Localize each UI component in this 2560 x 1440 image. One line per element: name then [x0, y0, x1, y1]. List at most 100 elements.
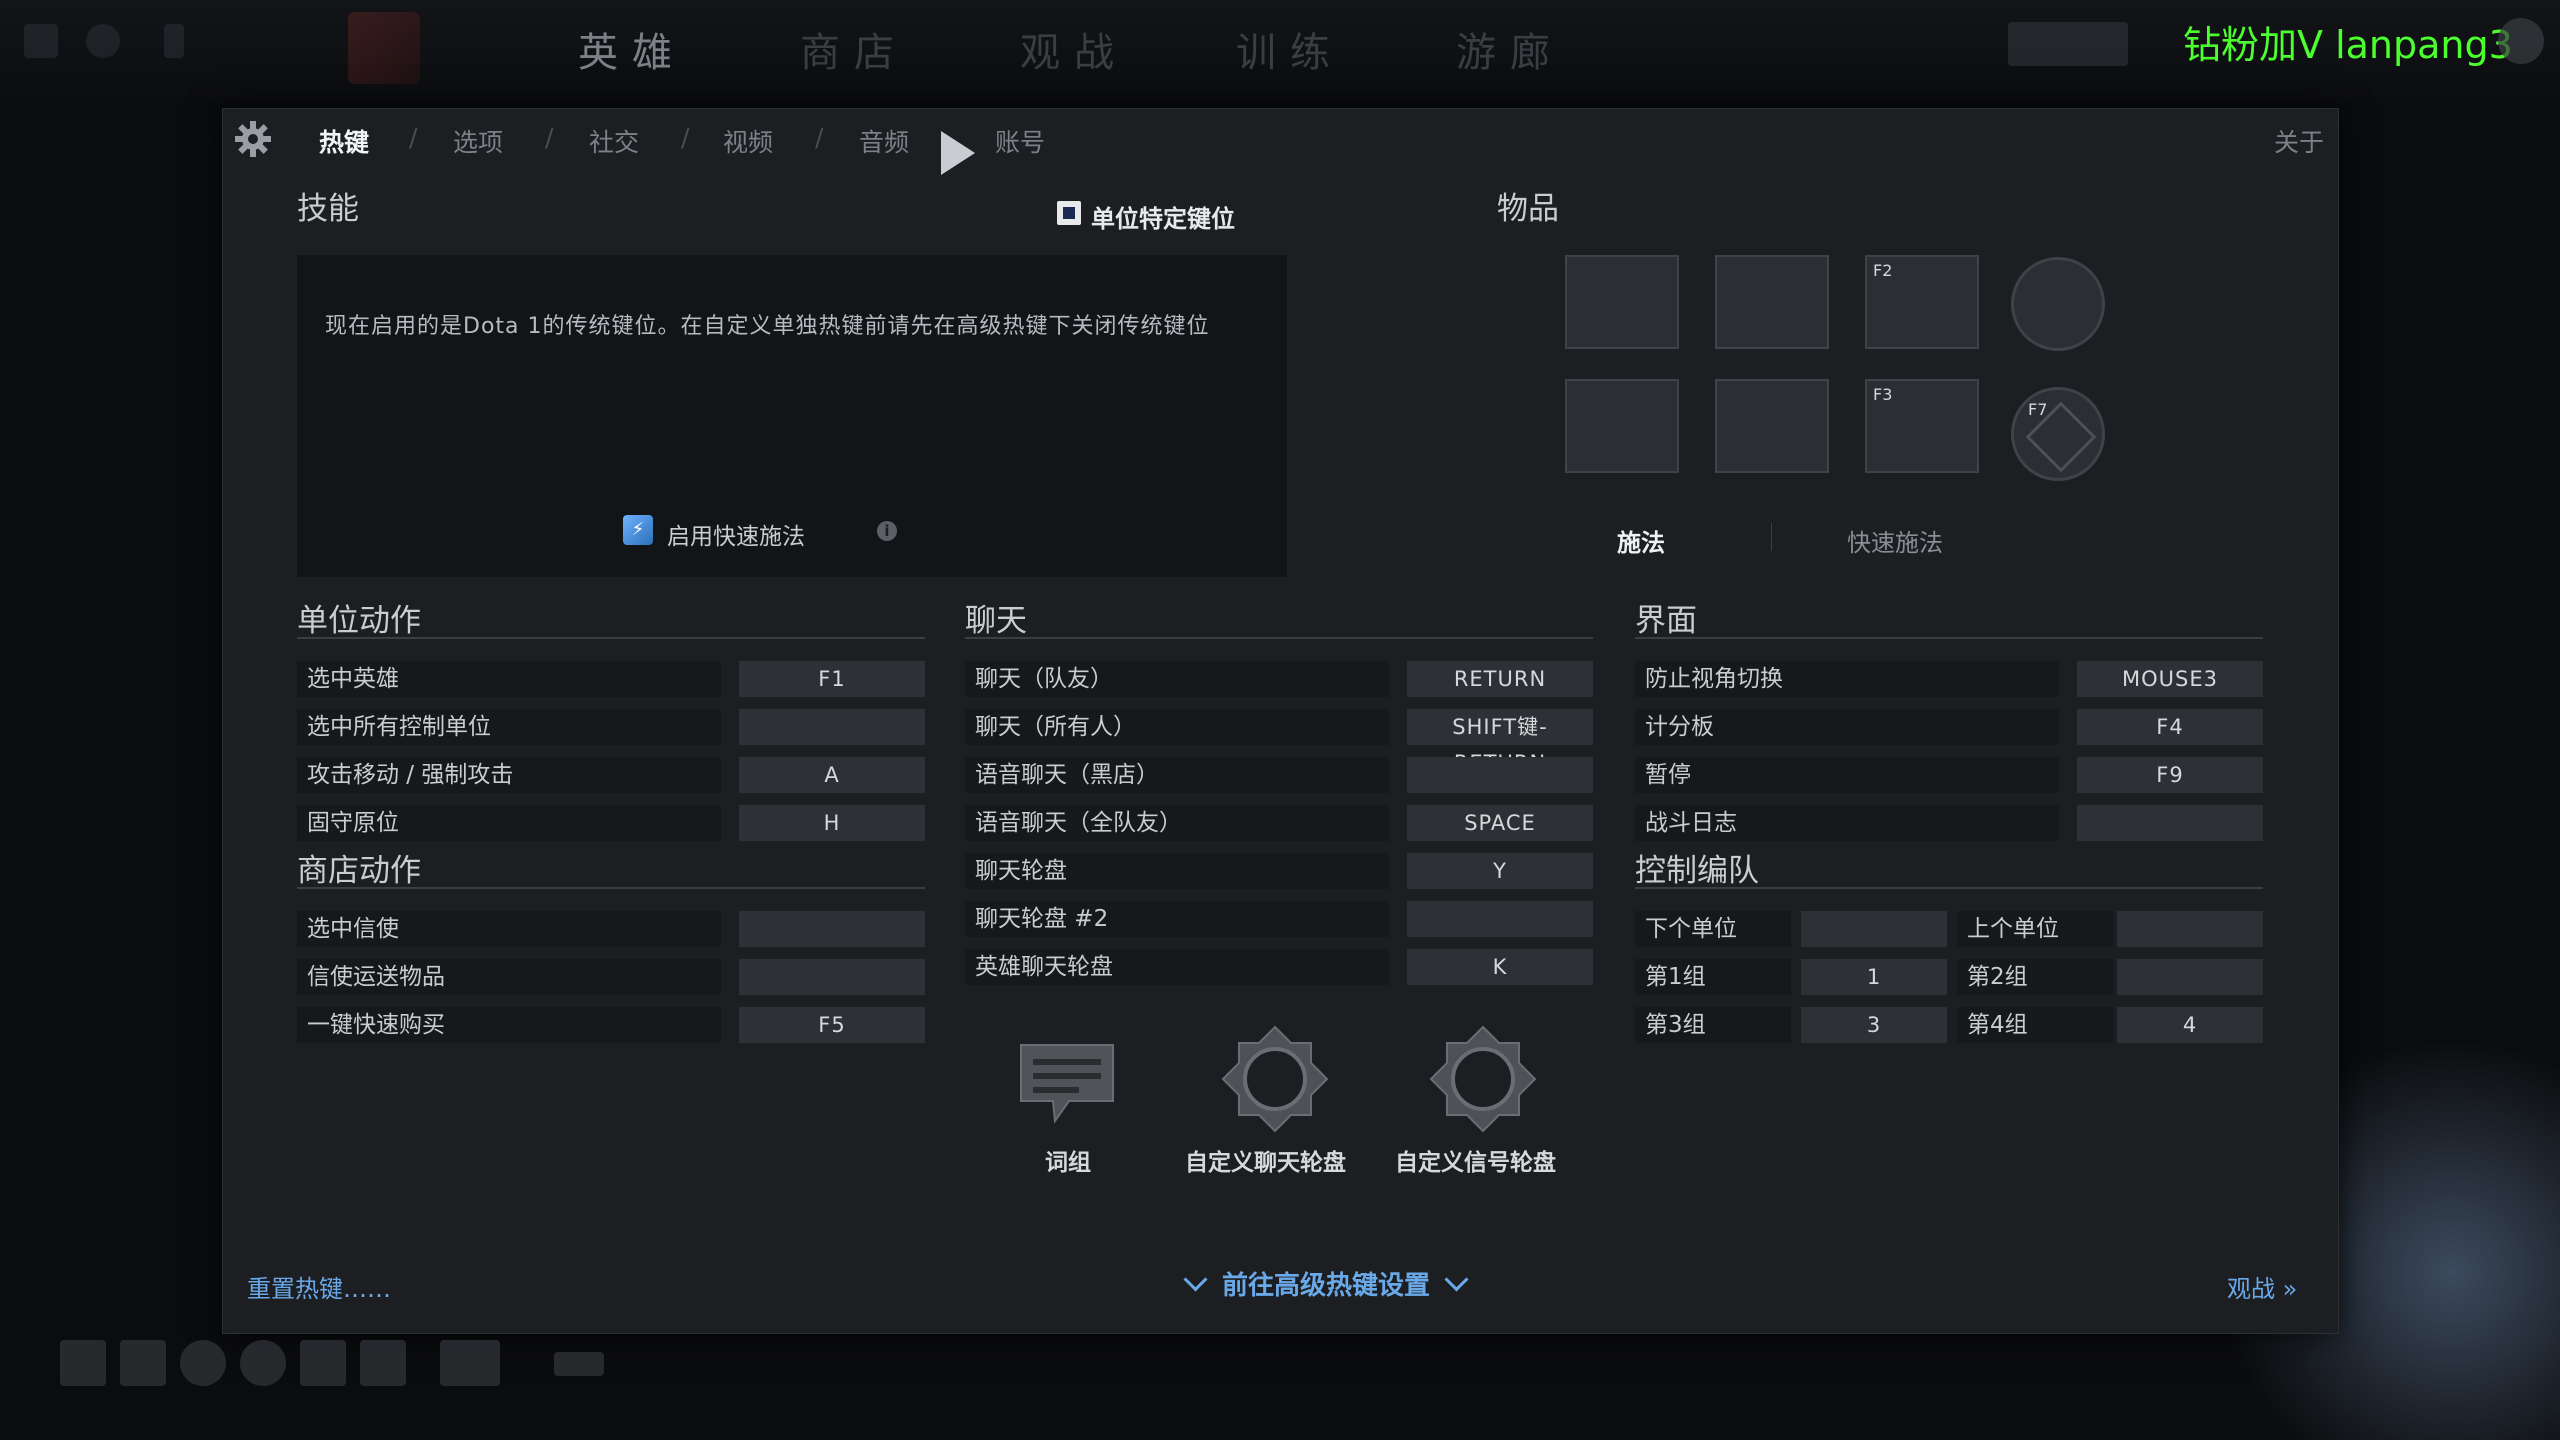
- chat-hotkey-button[interactable]: K: [1407, 949, 1593, 985]
- unit_actions-row-label: 选中英雄: [297, 661, 721, 697]
- nav-tab-options[interactable]: 选项: [453, 123, 503, 159]
- chat-hotkey-button[interactable]: RETURN: [1407, 661, 1593, 697]
- unit_actions-row-label: 攻击移动 / 强制攻击: [297, 757, 721, 793]
- custom-signal-wheel-label: 自定义信号轮盘: [1395, 1150, 1556, 1176]
- interface-hotkey-button[interactable]: [2077, 805, 2263, 841]
- chat-icon[interactable]: [554, 1352, 604, 1376]
- unit-specific-checkbox[interactable]: [1057, 201, 1081, 225]
- divider: [297, 637, 925, 639]
- dota-logo-icon[interactable]: [348, 12, 420, 84]
- tp-scroll-slot[interactable]: [2011, 257, 2105, 351]
- item-slot-3[interactable]: F2: [1865, 255, 1979, 349]
- unit-specific-checkbox-row[interactable]: 单位特定键位: [1057, 199, 1235, 234]
- item-slot-key: F2: [1873, 261, 1893, 280]
- legacy-keys-notice: 现在启用的是Dota 1的传统键位。在自定义单独热键前请先在高级热键下关闭传统键…: [325, 314, 1210, 339]
- chat-hotkey-button[interactable]: SPACE: [1407, 805, 1593, 841]
- interface-hotkey-button[interactable]: F4: [2077, 709, 2263, 745]
- unit_actions-row-label: 固守原位: [297, 805, 721, 841]
- nav-tab-social[interactable]: 社交: [589, 123, 639, 159]
- gear-icon[interactable]: [233, 119, 273, 159]
- top-tab-watch[interactable]: 观战: [1020, 20, 1128, 78]
- hero-icon[interactable]: [60, 1340, 106, 1386]
- nav-tab-video[interactable]: 视频: [723, 123, 773, 159]
- interface-row-label: 战斗日志: [1635, 805, 2059, 841]
- advanced-hotkeys-link[interactable]: 前往高级热键设置: [1169, 1265, 1483, 1302]
- neutral-item-slot[interactable]: F7: [2011, 387, 2105, 481]
- about-link[interactable]: 关于: [2274, 123, 2324, 159]
- unit_actions-row-label: 选中所有控制单位: [297, 709, 721, 745]
- hero-icon[interactable]: [180, 1340, 226, 1386]
- control-group-hotkey[interactable]: 4: [2117, 1007, 2263, 1043]
- bottom-toolbar: [40, 1326, 640, 1406]
- phrases-label: 词组: [1045, 1150, 1091, 1176]
- currency-display: [2008, 22, 2128, 66]
- control-group-hotkey[interactable]: 3: [1801, 1007, 1947, 1043]
- settings-panel: 热键 / 选项 / 社交 / 视频 / 音频 账号 关于 技能 单位特定键位 现…: [222, 108, 2339, 1334]
- control-group-hotkey[interactable]: [2117, 911, 2263, 947]
- interface-hotkey-button[interactable]: MOUSE3: [2077, 661, 2263, 697]
- quickcast-lightning-icon[interactable]: ⚡: [623, 515, 653, 545]
- interface-title: 界面: [1635, 603, 1697, 639]
- interface-row-label: 防止视角切换: [1635, 661, 2059, 697]
- chat-hotkey-button[interactable]: [1407, 901, 1593, 937]
- tab-cast[interactable]: 施法: [1617, 523, 1665, 558]
- top-tab-heroes[interactable]: 英雄: [578, 20, 686, 78]
- chat-row-label: 聊天轮盘: [965, 853, 1389, 889]
- top-tab-learn[interactable]: 训练: [1236, 20, 1344, 78]
- tab-quickcast[interactable]: 快速施法: [1847, 523, 1943, 558]
- quickcast-toggle[interactable]: ⚡ 启用快速施法 i: [623, 515, 897, 551]
- settings-icon[interactable]: [86, 24, 120, 58]
- chat-hotkey-button[interactable]: [1407, 757, 1593, 793]
- top-tab-store[interactable]: 商店: [800, 20, 908, 78]
- unit_actions-hotkey-button[interactable]: H: [739, 805, 925, 841]
- menu-icon[interactable]: [24, 24, 58, 58]
- control-groups-title: 控制编队: [1635, 853, 1759, 889]
- reset-hotkeys-link[interactable]: 重置热键……: [247, 1269, 391, 1304]
- nav-tab-hotkeys[interactable]: 热键: [319, 123, 369, 159]
- nav-tab-audio[interactable]: 音频: [859, 123, 909, 159]
- item-slot-1[interactable]: [1565, 255, 1679, 349]
- avatar[interactable]: [2498, 18, 2544, 64]
- tab-divider: [1771, 523, 1772, 551]
- hero-icon[interactable]: [120, 1340, 166, 1386]
- chat-hotkey-button[interactable]: SHIFT键-RETURN: [1407, 709, 1593, 775]
- hero-icon[interactable]: [300, 1340, 346, 1386]
- chat-row-label: 语音聊天（黑店）: [965, 757, 1389, 793]
- control-group-hotkey[interactable]: 1: [1801, 959, 1947, 995]
- chat-wheel-icon[interactable]: [1219, 1023, 1331, 1135]
- hero-icon[interactable]: [360, 1340, 406, 1386]
- mouse-cursor-icon: [941, 131, 975, 175]
- unit_actions-hotkey-button[interactable]: A: [739, 757, 925, 793]
- advanced-hotkeys-label: 前往高级热键设置: [1222, 1271, 1431, 1301]
- chat-row-label: 聊天（所有人）: [965, 709, 1389, 745]
- hero-icon[interactable]: [440, 1340, 500, 1386]
- stream-watermark: 钻粉加V lanpang3: [2183, 23, 2513, 67]
- unit_actions-hotkey-button[interactable]: F1: [739, 661, 925, 697]
- chevron-down-icon: [1444, 1267, 1469, 1292]
- control-group-label: 第1组: [1635, 959, 1791, 995]
- item-slot-4[interactable]: [1565, 379, 1679, 473]
- chat-hotkey-button[interactable]: Y: [1407, 853, 1593, 889]
- info-icon[interactable]: i: [877, 521, 897, 541]
- item-slot-5[interactable]: [1715, 379, 1829, 473]
- spectate-link[interactable]: 观战 »: [2227, 1269, 2297, 1304]
- chat-row-label: 英雄聊天轮盘: [965, 949, 1389, 985]
- back-icon[interactable]: [164, 24, 184, 58]
- unit_actions-hotkey-button[interactable]: [739, 709, 925, 745]
- hero-icon[interactable]: [240, 1340, 286, 1386]
- item-slot-2[interactable]: [1715, 255, 1829, 349]
- chevron-down-icon: [1183, 1267, 1208, 1292]
- item-slot-6[interactable]: F3: [1865, 379, 1979, 473]
- shop_actions-hotkey-button[interactable]: [739, 959, 925, 995]
- signal-wheel-icon[interactable]: [1427, 1023, 1539, 1135]
- interface-hotkey-button[interactable]: F9: [2077, 757, 2263, 793]
- control-group-hotkey[interactable]: [2117, 959, 2263, 995]
- nav-separator: /: [545, 123, 554, 152]
- top-tab-arcade[interactable]: 游廊: [1456, 20, 1564, 78]
- shop_actions-hotkey-button[interactable]: F5: [739, 1007, 925, 1043]
- chat-row-label: 语音聊天（全队友）: [965, 805, 1389, 841]
- shop_actions-hotkey-button[interactable]: [739, 911, 925, 947]
- control-group-hotkey[interactable]: [1801, 911, 1947, 947]
- chat-bubble-icon[interactable]: [1015, 1039, 1119, 1129]
- nav-tab-account[interactable]: 账号: [995, 123, 1045, 159]
